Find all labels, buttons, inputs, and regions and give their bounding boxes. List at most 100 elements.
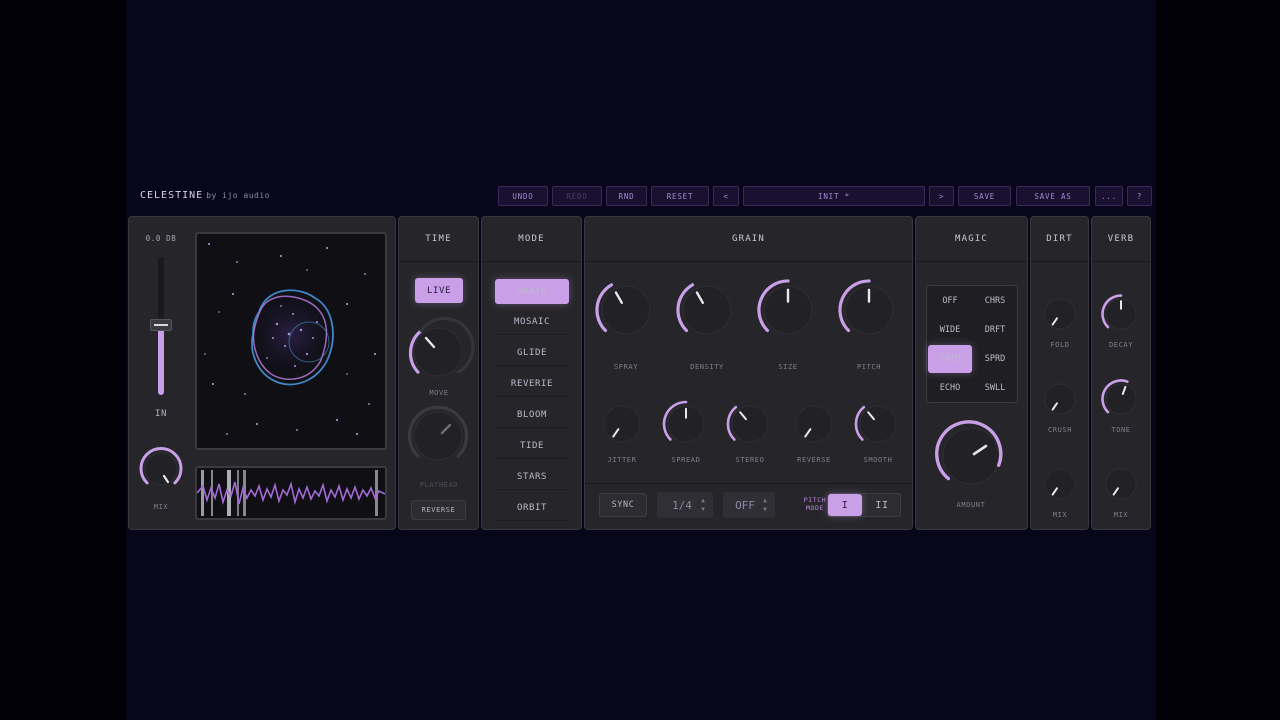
verb-mix-knob[interactable] — [1100, 463, 1142, 505]
dirt-crush-label: CRUSH — [1047, 426, 1073, 434]
dirt-fold-label: FOLD — [1050, 341, 1070, 349]
dirt-mix-label: MIX — [1052, 511, 1068, 519]
input-panel: 0.0 DB IN MIX — [128, 216, 396, 530]
amount-label: AMOUNT — [956, 501, 986, 509]
save-button[interactable]: SAVE — [958, 186, 1011, 206]
dirt-fold-knob[interactable] — [1039, 293, 1081, 335]
magic-mode-grid: OFF CHRS WIDE DRFT SHIM SPRD ECHO SWLL — [926, 285, 1018, 403]
magic-mode-wide[interactable]: WIDE — [928, 316, 972, 344]
live-button[interactable]: LIVE — [415, 278, 463, 303]
mode-item-bloom[interactable]: BLOOM — [495, 403, 569, 428]
input-mix-label: MIX — [153, 503, 169, 511]
reverse-knob[interactable] — [789, 399, 839, 449]
time-title: TIME — [399, 217, 478, 262]
spread-small-label: SPREAD — [671, 456, 701, 464]
spread-knob[interactable] — [661, 399, 711, 449]
pitch-mode-2-button[interactable]: II — [864, 494, 900, 516]
input-gain-slider[interactable] — [150, 257, 172, 397]
up-arrow-icon[interactable]: ▲ — [761, 496, 769, 505]
magic-amount-knob[interactable] — [934, 419, 1008, 493]
playhead-label: PLAYHEAD — [419, 481, 459, 489]
dirt-mix-knob[interactable] — [1039, 463, 1081, 505]
mode-item-glide[interactable]: GLIDE — [495, 341, 569, 366]
undo-button[interactable]: UNDO — [498, 186, 548, 206]
mode-item-reverie[interactable]: REVERIE — [495, 372, 569, 397]
app-name: CELESTINE — [140, 190, 204, 201]
pitch-knob[interactable] — [836, 277, 902, 343]
mode-item-grain[interactable]: GRAIN — [495, 279, 569, 304]
mode-item-orbit[interactable]: ORBIT — [495, 496, 569, 521]
density-label: DENSITY — [690, 363, 724, 371]
magic-mode-shim[interactable]: SHIM — [928, 345, 972, 373]
verb-tone-label: TONE — [1111, 426, 1131, 434]
waveform-display — [195, 466, 387, 520]
division-value: 1/4 — [672, 498, 692, 512]
verb-tone-knob[interactable] — [1100, 378, 1142, 420]
magic-mode-swll[interactable]: SWLL — [973, 374, 1017, 402]
randomize-button[interactable]: RND — [606, 186, 647, 206]
more-menu-button[interactable]: ... — [1095, 186, 1123, 206]
size-knob[interactable] — [755, 277, 821, 343]
division-stepper[interactable]: 1/4 ▲ ▼ — [657, 492, 713, 518]
mode-item-tide[interactable]: TIDE — [495, 434, 569, 459]
slider-handle[interactable] — [150, 319, 172, 331]
input-mix-knob[interactable] — [137, 445, 185, 493]
verb-decay-knob[interactable] — [1100, 293, 1142, 335]
redo-button[interactable]: REDO — [552, 186, 602, 206]
mode-item-mosaic[interactable]: MOSAIC — [495, 310, 569, 335]
dirt-panel: DIRT FOLD CRUSH MIX — [1030, 216, 1089, 530]
jitter-knob[interactable] — [597, 399, 647, 449]
magic-mode-drft[interactable]: DRFT — [973, 316, 1017, 344]
reset-button[interactable]: RESET — [651, 186, 709, 206]
time-panel: TIME LIVE MOVE PLAYHEAD REVERSE — [398, 216, 479, 530]
app-vendor: by ijo audio — [206, 191, 270, 200]
input-level-readout: 0.0 DB — [145, 234, 177, 243]
sync-button[interactable]: SYNC — [599, 493, 647, 517]
spray-knob[interactable] — [593, 277, 659, 343]
up-arrow-icon[interactable]: ▲ — [699, 496, 707, 505]
letterbox-right — [1156, 0, 1280, 720]
preset-name-field[interactable]: INIT * — [743, 186, 925, 206]
magic-title: MAGIC — [916, 217, 1027, 262]
offset-stepper[interactable]: OFF ▲ ▼ — [723, 492, 775, 518]
mode-item-stars[interactable]: STARS — [495, 465, 569, 490]
smooth-small-label: SMOOTH — [863, 456, 893, 464]
smooth-knob[interactable] — [853, 399, 903, 449]
playhead-knob[interactable] — [405, 403, 471, 469]
particle-visualizer — [195, 232, 387, 450]
magic-mode-off[interactable]: OFF — [928, 287, 972, 315]
dirt-crush-knob[interactable] — [1039, 378, 1081, 420]
grain-panel: GRAIN SPRAY DENSITY SIZE PITCH JITTER SPREAD S… — [584, 216, 913, 530]
pitch-mode-1-button[interactable]: I — [828, 494, 862, 516]
waveform-canvas — [197, 470, 385, 516]
magic-panel: MAGIC OFF CHRS WIDE DRFT SHIM SPRD ECHO SWLL AM… — [915, 216, 1028, 530]
slider-fill — [158, 325, 164, 395]
division-arrows[interactable]: ▲ ▼ — [699, 496, 707, 514]
grain-title: GRAIN — [585, 217, 912, 262]
down-arrow-icon[interactable]: ▼ — [699, 505, 707, 514]
magic-mode-chrs[interactable]: CHRS — [973, 287, 1017, 315]
spray-label: SPRAY — [613, 363, 639, 371]
down-arrow-icon[interactable]: ▼ — [761, 505, 769, 514]
offset-value: OFF — [735, 498, 755, 512]
reverse-button[interactable]: REVERSE — [411, 500, 466, 520]
offset-arrows[interactable]: ▲ ▼ — [761, 496, 769, 514]
reverse-small-label: REVERSE — [797, 456, 831, 464]
input-label: IN — [154, 409, 168, 419]
verb-decay-label: DECAY — [1108, 341, 1134, 349]
dirt-title: DIRT — [1031, 217, 1088, 262]
next-preset-button[interactable]: > — [929, 186, 954, 206]
magic-mode-echo[interactable]: ECHO — [928, 374, 972, 402]
help-button[interactable]: ? — [1127, 186, 1152, 206]
move-knob[interactable] — [405, 316, 475, 385]
magic-mode-sprd[interactable]: SPRD — [973, 345, 1017, 373]
density-knob[interactable] — [674, 277, 740, 343]
verb-panel: VERB DECAY TONE MIX — [1091, 216, 1151, 530]
save-as-button[interactable]: SAVE AS — [1016, 186, 1090, 206]
stereo-knob[interactable] — [725, 399, 775, 449]
app-brand: CELESTINE by ijo audio — [140, 190, 270, 201]
prev-preset-button[interactable]: < — [713, 186, 739, 206]
verb-mix-label: MIX — [1113, 511, 1129, 519]
pitch-label: PITCH — [856, 363, 882, 371]
stereo-small-label: STEREO — [735, 456, 765, 464]
